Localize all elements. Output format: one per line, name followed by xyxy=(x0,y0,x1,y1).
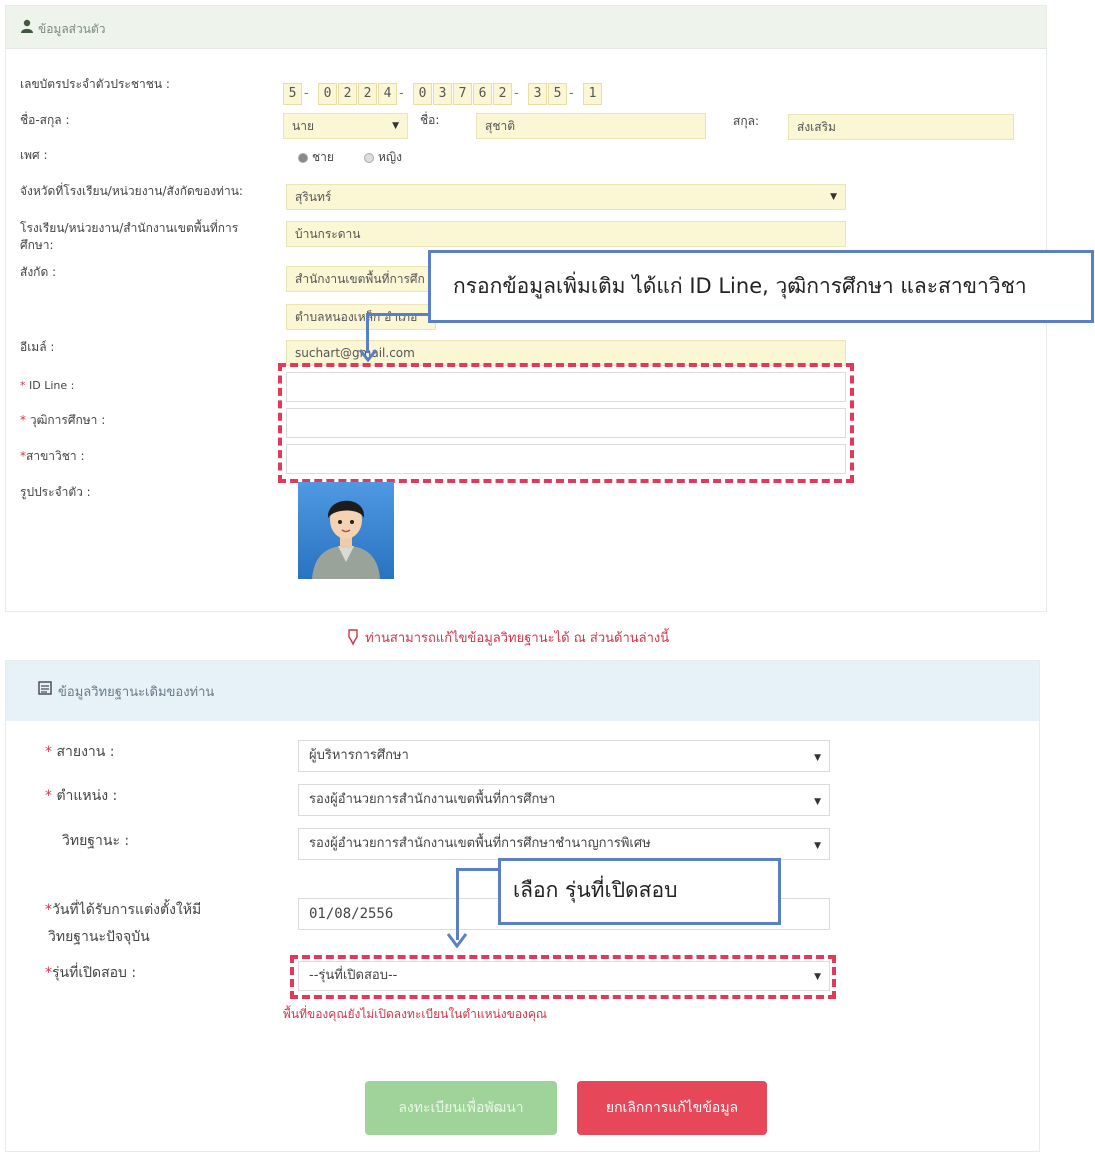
callout-top: กรอกข้อมูลเพิ่มเติม ได้แก่ ID Line, วุฒิ… xyxy=(428,250,1094,323)
callout-bottom: เลือก รุ่นที่เปิดสอบ xyxy=(498,858,781,925)
document-icon xyxy=(38,681,52,695)
citizen-id-digit[interactable]: 5 xyxy=(548,83,567,105)
affiliation-input-2[interactable]: ตำบลหนองเหล็ก อำเภอ xyxy=(286,304,436,330)
arrow-down-icon xyxy=(358,349,378,362)
line-of-work-label: * สายงาน : xyxy=(45,744,115,760)
gender-female-radio[interactable] xyxy=(364,153,374,163)
citizen-id-digit[interactable]: 0 xyxy=(413,83,432,105)
citizen-id-separator: - xyxy=(514,86,519,101)
school-label-2: ศึกษา: xyxy=(20,238,54,252)
appointed-label-1: *วันที่ได้รับการแต่งตั้งให้มี xyxy=(45,902,202,918)
edit-notice-text: ท่านสามารถแก้ไขข้อมูลวิทยฐานะได้ ณ ส่วนด… xyxy=(365,631,670,646)
citizen-id-digit[interactable]: 4 xyxy=(378,83,397,105)
citizen-id-digit[interactable]: 2 xyxy=(338,83,357,105)
last-name-input[interactable]: ส่งเสริม xyxy=(788,114,1014,140)
name-label: ชื่อ-สกุล : xyxy=(20,113,70,127)
callout-arrow-top xyxy=(366,313,369,353)
user-icon xyxy=(21,19,33,33)
position-select[interactable]: รองผู้อำนวยการสำนักงานเขตพื้นที่การศึกษา… xyxy=(298,784,830,816)
citizen-id-digit[interactable]: 0 xyxy=(318,83,337,105)
citizen-id-digit[interactable]: 5 xyxy=(283,83,302,105)
citizen-id-digit[interactable]: 3 xyxy=(528,83,547,105)
first-name-input[interactable]: สุชาติ xyxy=(476,113,706,139)
first-name-label: ชื่อ: xyxy=(420,113,440,127)
citizen-id-separator: - xyxy=(569,86,574,101)
callout-arrow-bottom xyxy=(456,868,459,940)
chevron-down-icon: ▼ xyxy=(392,121,399,131)
citizen-id-digit[interactable]: 3 xyxy=(433,83,452,105)
province-label: จังหวัดที่โรงเรียน/หน่วยงาน/สังกัดของท่า… xyxy=(20,184,243,198)
school-input[interactable]: บ้านกระดาน xyxy=(286,221,846,247)
email-label: อีเมล์ : xyxy=(20,340,55,354)
gender-female-label: หญิง xyxy=(378,150,402,164)
cancel-edit-button[interactable]: ยกเลิกการแก้ไขข้อมูล xyxy=(577,1081,767,1135)
affiliation-label: สังกัด : xyxy=(20,265,57,279)
id-line-label: * ID Line : xyxy=(20,379,75,392)
highlight-required-fields xyxy=(278,363,854,483)
gender-male-radio[interactable] xyxy=(298,153,308,163)
chevron-down-icon: ▼ xyxy=(814,841,821,851)
chevron-down-icon: ▼ xyxy=(814,797,821,807)
title-select[interactable]: นาย ▼ xyxy=(283,113,408,139)
school-label-1: โรงเรียน/หน่วยงาน/สำนักงานเขตพื้นที่การ xyxy=(20,221,239,235)
citizen-id-separator: - xyxy=(399,86,404,101)
academic-rank-title: ข้อมูลวิทยฐานะเดิมของท่าน xyxy=(58,685,215,700)
exam-round-label: *รุ่นที่เปิดสอบ : xyxy=(45,965,137,981)
highlight-exam-round xyxy=(290,955,836,999)
citizen-id-digit[interactable]: 6 xyxy=(473,83,492,105)
academic-rank-header: ข้อมูลวิทยฐานะเดิมของท่าน xyxy=(6,661,1039,721)
citizen-id-separator: - xyxy=(304,86,309,101)
major-label: *สาขาวิชา : xyxy=(20,449,85,463)
position-label: * ตำแหน่ง : xyxy=(45,788,118,804)
exam-round-error: พื้นที่ของคุณยังไม่เปิดลงทะเบียนในตำแหน่… xyxy=(283,1007,548,1021)
callout-connector-bottom xyxy=(456,868,500,871)
education-label: * วุฒิการศึกษา : xyxy=(20,413,106,427)
citizen-id-label: เลขบัตรประจำตัวประชาชน : xyxy=(20,77,170,91)
chevron-down-icon: ▼ xyxy=(814,753,821,763)
chevron-down-icon: ▼ xyxy=(830,192,837,202)
avatar xyxy=(298,482,394,579)
citizen-id-digit[interactable]: 2 xyxy=(493,83,512,105)
appointed-label-2: วิทยฐานะปัจจุบัน xyxy=(48,929,150,945)
edit-notice: ท่านสามารถแก้ไขข้อมูลวิทยฐานะได้ ณ ส่วนด… xyxy=(345,627,669,648)
callout-connector-top xyxy=(366,313,430,316)
citizen-id-digit[interactable]: 2 xyxy=(358,83,377,105)
gender-male-label: ชาย xyxy=(312,150,334,164)
gender-label: เพศ : xyxy=(20,148,48,162)
photo-label: รูปประจำตัว : xyxy=(20,485,91,499)
province-select[interactable]: สุรินทร์ ▼ xyxy=(286,184,846,210)
register-button[interactable]: ลงทะเบียนเพื่อพัฒนา xyxy=(365,1081,557,1135)
academic-rank-label: วิทยฐานะ : xyxy=(62,833,130,849)
line-of-work-select[interactable]: ผู้บริหารการศึกษา ▼ xyxy=(298,740,830,772)
last-name-label: สกุล: xyxy=(733,114,759,128)
academic-rank-select[interactable]: รองผู้อำนวยการสำนักงานเขตพื้นที่การศึกษา… xyxy=(298,828,830,860)
hand-point-down-icon xyxy=(348,629,358,646)
personal-info-title: ข้อมูลส่วนตัว xyxy=(38,22,106,36)
affiliation-input-1[interactable]: สำนักงานเขตพื้นที่การศึก xyxy=(286,266,436,292)
citizen-id-digit[interactable]: 1 xyxy=(583,83,602,105)
personal-info-header: ข้อมูลส่วนตัว xyxy=(6,6,1046,49)
citizen-id-digit[interactable]: 7 xyxy=(453,83,472,105)
arrow-down-icon xyxy=(446,933,468,948)
